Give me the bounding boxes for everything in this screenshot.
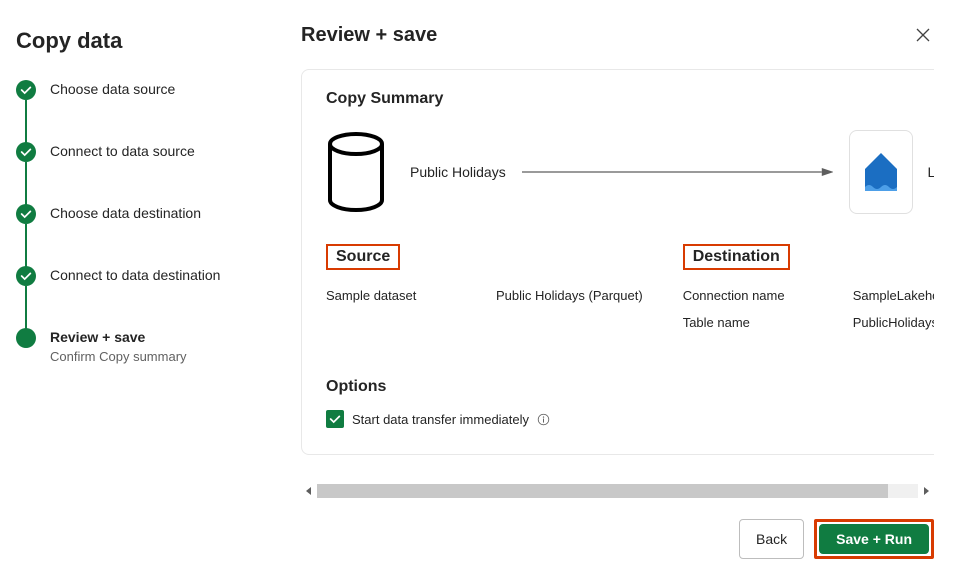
kv-key: Connection name (683, 288, 853, 303)
sidebar-title: Copy data (16, 28, 257, 54)
kv-value: Public Holidays (Parquet) (496, 288, 643, 303)
card-title: Copy Summary (326, 90, 934, 108)
kv-value: SampleLakehouse (853, 288, 934, 303)
step-label: Review + save (50, 329, 187, 345)
check-icon (16, 204, 36, 224)
page-title: Review + save (301, 24, 437, 47)
main-panel: Review + save Copy Summary Public Holida… (275, 0, 960, 579)
option-start-immediately: Start data transfer immediately (326, 410, 934, 428)
kv-row: Table name PublicHolidays (683, 315, 934, 330)
source-name: Public Holidays (410, 164, 506, 180)
scroll-right-icon[interactable] (918, 483, 934, 499)
info-icon[interactable] (537, 413, 550, 426)
step-review-save[interactable]: Review + save Confirm Copy summary (16, 328, 257, 364)
step-connect-to-data-source[interactable]: Connect to data source (16, 142, 257, 204)
arrow-icon (522, 167, 834, 177)
footer: Back Save + Run (301, 519, 934, 559)
kv-row: Sample dataset Public Holidays (Parquet) (326, 288, 643, 303)
step-label: Choose data destination (50, 205, 201, 221)
stepper-sidebar: Copy data Choose data source Connect to … (0, 0, 275, 579)
step-choose-data-source[interactable]: Choose data source (16, 80, 257, 142)
scroll-thumb[interactable] (317, 484, 888, 498)
copy-summary-card: Copy Summary Public Holidays (301, 69, 934, 455)
check-icon (16, 266, 36, 286)
step-label: Choose data source (50, 81, 175, 97)
step-label: Connect to data source (50, 143, 195, 159)
start-immediately-checkbox[interactable] (326, 410, 344, 428)
kv-key: Table name (683, 315, 853, 330)
destination-heading: Destination (683, 244, 790, 270)
check-icon (16, 142, 36, 162)
kv-key: Sample dataset (326, 288, 496, 303)
save-run-highlight: Save + Run (814, 519, 934, 559)
close-icon (915, 27, 931, 43)
scroll-left-icon[interactable] (301, 483, 317, 499)
destination-name: Lakehouse (927, 164, 934, 180)
close-button[interactable] (912, 24, 934, 46)
option-label: Start data transfer immediately (352, 412, 529, 427)
scroll-track[interactable] (317, 484, 918, 498)
horizontal-scrollbar[interactable] (301, 483, 934, 499)
step-choose-data-destination[interactable]: Choose data destination (16, 204, 257, 266)
current-step-icon (16, 328, 36, 348)
kv-row: Connection name SampleLakehouse (683, 288, 934, 303)
stepper: Choose data source Connect to data sourc… (16, 80, 257, 364)
summary-flow: Public Holidays (326, 130, 934, 214)
source-heading: Source (326, 244, 400, 270)
step-label: Connect to data destination (50, 267, 220, 283)
check-icon (328, 412, 342, 426)
source-details: Source Sample dataset Public Holidays (P… (326, 244, 643, 342)
destination-details: Destination Connection name SampleLakeho… (683, 244, 934, 342)
back-button[interactable]: Back (739, 519, 804, 559)
content-scroll[interactable]: Copy Summary Public Holidays (301, 69, 934, 481)
database-icon (326, 132, 386, 212)
step-connect-to-data-destination[interactable]: Connect to data destination (16, 266, 257, 328)
save-run-button[interactable]: Save + Run (819, 524, 929, 554)
options-heading: Options (326, 378, 934, 396)
step-sublabel: Confirm Copy summary (50, 349, 187, 364)
check-icon (16, 80, 36, 100)
lakehouse-icon (849, 130, 913, 214)
kv-value: PublicHolidays (853, 315, 934, 330)
